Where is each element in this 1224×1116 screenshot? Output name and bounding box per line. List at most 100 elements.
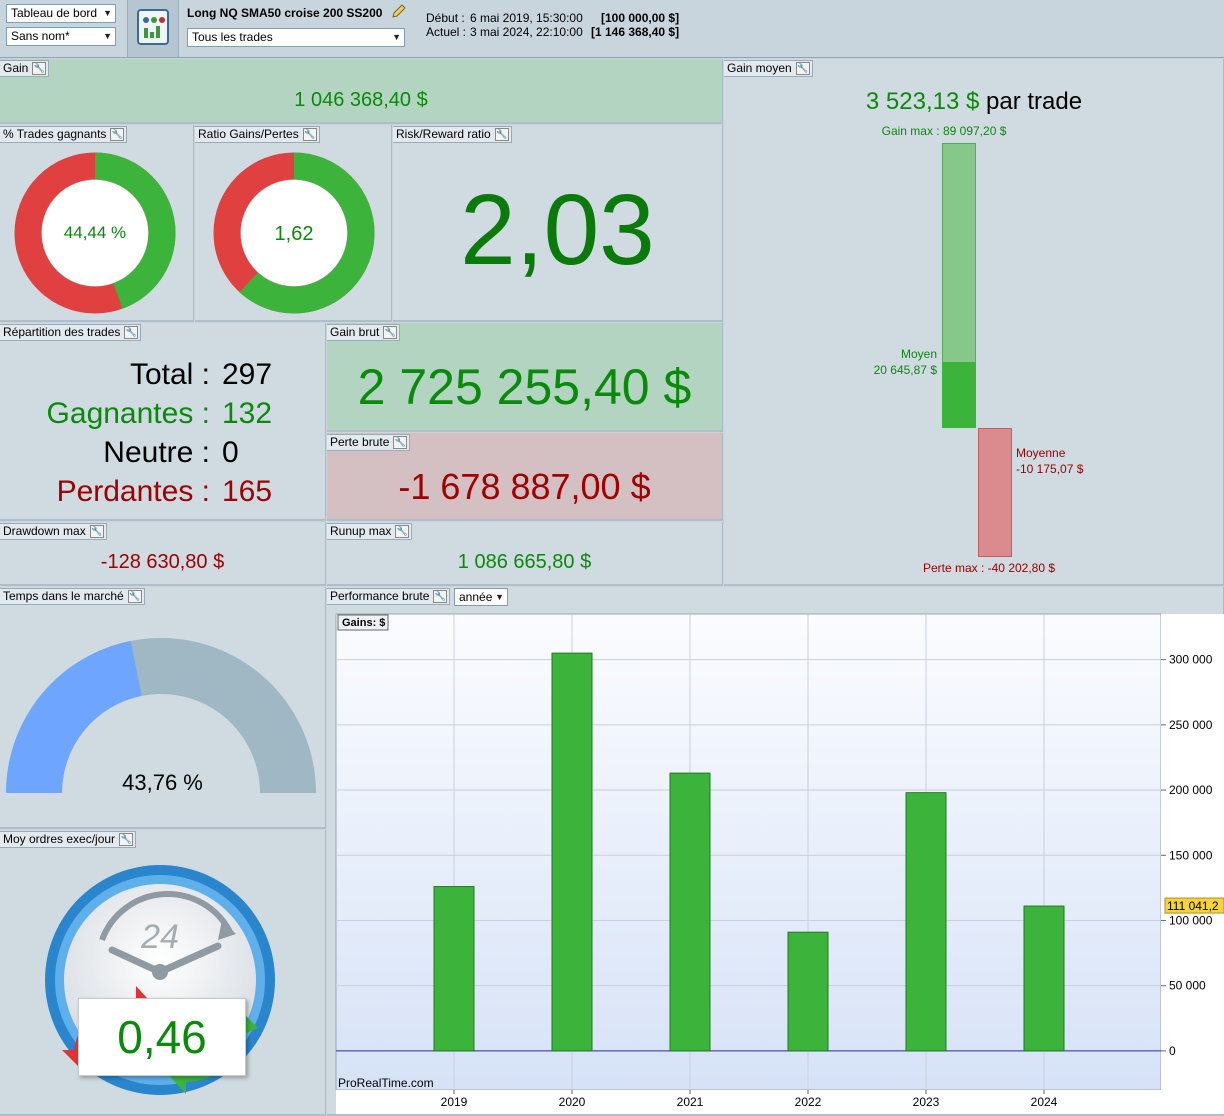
bar (1023, 905, 1065, 1052)
avg-win-value: 20 645,87 $ (873, 363, 937, 377)
gross-loss-title: Perte brute (330, 435, 390, 449)
gain-title: Gain (3, 61, 29, 75)
pct-winning-value: 44,44 % (63, 223, 127, 242)
avg-win-label: Moyen (900, 347, 937, 361)
orders-title: Moy ordres exec/jour (3, 832, 116, 846)
trades-filter-value: Tous les trades (192, 30, 273, 44)
win-label: Gagnantes : (46, 397, 210, 430)
chevron-down-icon: ▼ (495, 592, 504, 602)
wrench-icon[interactable]: 🔧 (383, 326, 398, 339)
wrench-icon[interactable]: 🔧 (395, 525, 410, 538)
wrench-icon[interactable]: 🔧 (32, 62, 47, 75)
edit-pencil-icon[interactable] (390, 2, 408, 20)
wrench-icon[interactable]: 🔧 (393, 436, 408, 449)
bar (905, 792, 947, 1052)
max-loss-label: Perte max : -40 202,80 $ (922, 561, 1056, 575)
wrench-icon[interactable]: 🔧 (127, 590, 142, 603)
last-value-label: 111 041,2 (1167, 899, 1219, 913)
loss-value: 165 (222, 475, 273, 508)
panel-title: Répartition des trades 🔧 (0, 324, 142, 341)
current-date: 3 mai 2024, 22:10:00 (470, 25, 583, 39)
repartition-panel: Répartition des trades 🔧 Total : 297 Gagna… (0, 323, 326, 521)
report-settings-button[interactable] (127, 0, 179, 57)
toolbar: Tableau de bord ▼ Sans nom* ▼ Long NQ SM… (0, 0, 1224, 58)
wrench-icon[interactable]: 🔧 (89, 525, 104, 538)
avg-gain-value: 3 523,13 $ (865, 88, 980, 115)
wrench-icon[interactable]: 🔧 (494, 128, 509, 141)
y-tick-label: 150 000 (1169, 848, 1213, 862)
runup-panel: Runup max 🔧 1 086 665,80 $ (327, 522, 723, 586)
panel-title: Performance brute 🔧 (327, 588, 451, 605)
period-select-value: année (459, 590, 493, 604)
wrench-icon[interactable]: 🔧 (433, 590, 448, 603)
period-select[interactable]: année ▼ (454, 588, 508, 606)
bar (669, 772, 711, 1052)
system-name: Long NQ SMA50 croise 200 SS200 (187, 6, 383, 20)
gross-gain-value: 2 725 255,40 $ (357, 359, 692, 415)
total-value: 297 (222, 358, 273, 391)
drawdown-panel: Drawdown max 🔧 -128 630,80 $ (0, 522, 326, 586)
panel-title: Ratio Gains/Pertes 🔧 (195, 126, 320, 143)
panel-title: Gain moyen 🔧 (724, 60, 813, 77)
gross-gain-title: Gain brut (330, 325, 380, 339)
view-select-value: Tableau de bord (11, 6, 98, 20)
report-icon (137, 9, 169, 45)
ratio-panel: Ratio Gains/Pertes 🔧 1,62 (195, 125, 392, 322)
win-row: Gagnantes : 132 (0, 394, 326, 433)
panel-title: % Trades gagnants 🔧 (0, 126, 128, 143)
x-tick-label: 2022 (795, 1095, 822, 1109)
risk-reward-title: Risk/Reward ratio (396, 127, 491, 141)
wrench-icon[interactable]: 🔧 (302, 128, 317, 141)
start-label: Début : (426, 11, 465, 25)
watermark: ProRealTime.com (338, 1076, 434, 1090)
wrench-icon[interactable]: 🔧 (119, 833, 134, 846)
time-in-market-value: 43,76 % (122, 770, 203, 795)
repartition-title: Répartition des trades (3, 325, 121, 339)
clock-label: 24 (141, 918, 179, 956)
x-tick-label: 2023 (913, 1095, 940, 1109)
bar (787, 931, 829, 1052)
x-tick-label: 2020 (559, 1095, 586, 1109)
x-axis-area (336, 1090, 1224, 1114)
risk-reward-panel: Risk/Reward ratio 🔧 2,03 (393, 125, 723, 322)
neutral-row: Neutre : 0 (0, 433, 326, 472)
gross-gain-panel: Gain brut 🔧 2 725 255,40 $ (327, 323, 723, 432)
bar (551, 652, 593, 1052)
time-in-market-panel: Temps dans le marché 🔧 43,76 % (0, 587, 326, 829)
view-select[interactable]: Tableau de bord ▼ (6, 4, 116, 23)
start-date: 6 mai 2019, 15:30:00 (470, 11, 583, 25)
performance-panel: Performance brute 🔧 année ▼ 0 50 000 100 00… (327, 587, 1224, 1116)
panel-title: Risk/Reward ratio 🔧 (393, 126, 512, 143)
x-tick-label: 2019 (441, 1095, 468, 1109)
y-tick-label: 100 000 (1169, 913, 1213, 927)
panel-title: Drawdown max 🔧 (0, 523, 107, 540)
gain-value: 1 046 368,40 $ (294, 89, 428, 111)
bar (433, 886, 475, 1052)
drawdown-value: -128 630,80 $ (100, 551, 225, 573)
pct-winning-title: % Trades gagnants (3, 127, 107, 141)
gain-panel: Gain 🔧 1 046 368,40 $ (0, 59, 723, 124)
avg-gain-suffix: par trade (986, 88, 1083, 115)
wrench-icon[interactable]: 🔧 (124, 326, 139, 339)
win-value: 132 (222, 397, 273, 430)
y-tick-label: 300 000 (1169, 653, 1213, 667)
pct-winning-panel: % Trades gagnants 🔧 44,44 % (0, 125, 194, 322)
avg-gain-panel: Gain moyen 🔧 3 523,13 $ par trade Gain ma… (724, 59, 1224, 586)
trades-filter-select[interactable]: Tous les trades ▼ (187, 28, 405, 47)
time-in-market-title: Temps dans le marché (3, 589, 124, 603)
start-capital: [100 000,00 $] (601, 11, 680, 25)
loss-label: Perdantes : (56, 475, 210, 508)
x-tick-label: 2024 (1031, 1095, 1058, 1109)
avg-gain-heading: 3 523,13 $ par trade (724, 88, 1224, 116)
y-tick-label: 250 000 (1169, 718, 1213, 732)
orders-per-day-panel: Moy ordres exec/jour 🔧 24 0,46 (0, 830, 326, 1116)
ratio-value: 1,62 (274, 223, 314, 245)
panel-title: Perte brute 🔧 (327, 434, 411, 451)
y-tick-label: 50 000 (1169, 979, 1206, 993)
name-select[interactable]: Sans nom* ▼ (6, 27, 116, 46)
neutral-label: Neutre : (103, 436, 210, 469)
wrench-icon[interactable]: 🔧 (110, 128, 125, 141)
y-tick-label: 0 (1169, 1044, 1176, 1058)
gross-loss-panel: Perte brute 🔧 -1 678 887,00 $ (327, 433, 723, 521)
wrench-icon[interactable]: 🔧 (795, 62, 810, 75)
